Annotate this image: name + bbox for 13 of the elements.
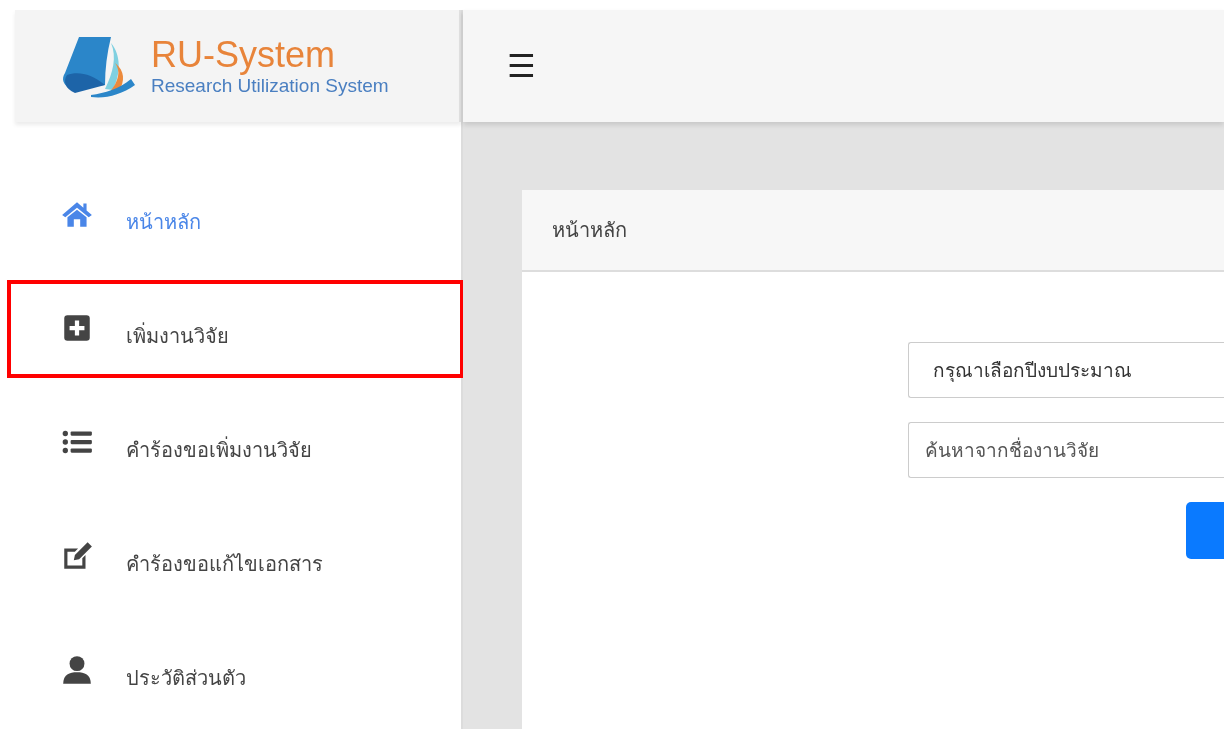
- search-button[interactable]: [1186, 502, 1224, 559]
- sidebar-item[interactable]: เพิ่มงานวิจัย: [7, 280, 464, 378]
- user-icon: [60, 653, 94, 687]
- card-title: หน้าหลัก: [522, 190, 1224, 272]
- menu-button[interactable]: ☰: [507, 47, 536, 85]
- brand-title: RU-System: [151, 35, 336, 75]
- sidebar-item[interactable]: คำร้องขอเพิ่มงานวิจัย: [7, 394, 464, 492]
- brand-subtitle: Research Utilization System: [151, 75, 389, 97]
- sidebar-item[interactable]: หน้าหลัก: [7, 166, 464, 264]
- sidebar-item[interactable]: ประวัติส่วนตัว: [7, 622, 464, 720]
- search-field[interactable]: ค้นหาจากชื่องานวิจัย: [908, 422, 1224, 478]
- year-select[interactable]: กรุณาเลือกปีงบประมาณ: [908, 342, 1224, 398]
- sidebar-item[interactable]: คำร้องขอแก้ไขเอกสาร: [7, 508, 464, 606]
